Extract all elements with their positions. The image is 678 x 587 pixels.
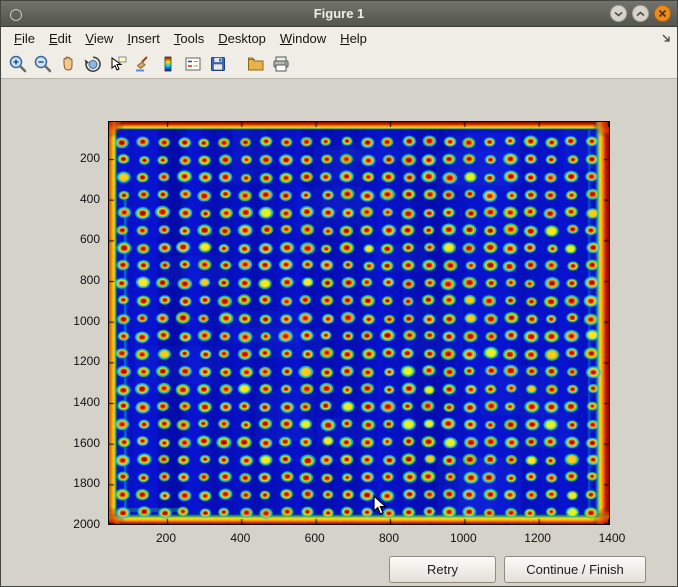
colorbar-icon[interactable] (156, 52, 180, 76)
y-tick-label: 1800 (56, 476, 100, 490)
window-title: Figure 1 (314, 6, 365, 21)
figure-window: Figure 1 File Edit View Insert Tools Des… (0, 0, 678, 587)
x-tick-label: 600 (291, 531, 339, 545)
titlebar: Figure 1 (1, 1, 677, 27)
legend-icon[interactable] (181, 52, 205, 76)
open-folder-icon[interactable] (244, 52, 268, 76)
x-tick-label: 1000 (439, 531, 487, 545)
y-tick-label: 600 (56, 232, 100, 246)
menu-item-view[interactable]: View (78, 29, 120, 48)
window-menu-icon[interactable] (10, 9, 22, 21)
y-tick-label: 1600 (56, 436, 100, 450)
close-icon (658, 9, 667, 18)
menubar: File Edit View Insert Tools Desktop Wind… (1, 27, 677, 49)
menu-item-desktop[interactable]: Desktop (211, 29, 273, 48)
zoom-in-icon[interactable] (6, 52, 30, 76)
figure-toolbar (1, 49, 677, 79)
chevron-down-icon (614, 11, 623, 17)
rotate-3d-icon[interactable] (81, 52, 105, 76)
y-tick-label: 1200 (56, 354, 100, 368)
pan-hand-icon[interactable] (56, 52, 80, 76)
print-icon[interactable] (269, 52, 293, 76)
x-tick-label: 200 (142, 531, 190, 545)
brush-icon[interactable] (131, 52, 155, 76)
y-tick-label: 400 (56, 192, 100, 206)
shade-button[interactable] (610, 5, 627, 22)
y-tick-label: 200 (56, 151, 100, 165)
zoom-out-icon[interactable] (31, 52, 55, 76)
menu-item-edit[interactable]: Edit (42, 29, 78, 48)
menu-item-insert[interactable]: Insert (120, 29, 167, 48)
y-tick-label: 1400 (56, 395, 100, 409)
x-tick-label: 1200 (514, 531, 562, 545)
close-button[interactable] (654, 5, 671, 22)
x-tick-label: 400 (216, 531, 264, 545)
continue-finish-button[interactable]: Continue / Finish (504, 556, 646, 583)
maximize-button[interactable] (632, 5, 649, 22)
y-tick-label: 2000 (56, 517, 100, 531)
menu-item-file[interactable]: File (7, 29, 42, 48)
y-tick-label: 800 (56, 273, 100, 287)
dock-arrow-icon[interactable] (660, 31, 672, 49)
retry-button[interactable]: Retry (389, 556, 496, 583)
x-tick-label: 1400 (588, 531, 636, 545)
menu-item-window[interactable]: Window (273, 29, 333, 48)
y-tick-label: 1000 (56, 314, 100, 328)
data-cursor-icon[interactable] (106, 52, 130, 76)
save-icon[interactable] (206, 52, 230, 76)
menu-item-tools[interactable]: Tools (167, 29, 211, 48)
figure-image-canvas[interactable] (109, 122, 609, 524)
menu-item-help[interactable]: Help (333, 29, 374, 48)
x-tick-label: 800 (365, 531, 413, 545)
plot-axes (108, 121, 610, 525)
chevron-up-icon (636, 11, 645, 17)
